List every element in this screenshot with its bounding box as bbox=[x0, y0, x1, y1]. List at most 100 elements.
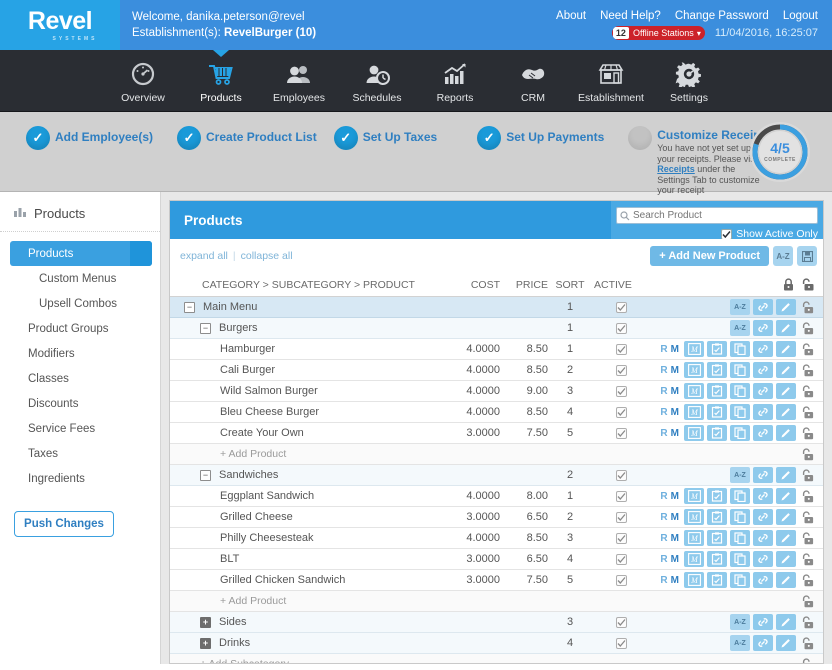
link-icon[interactable] bbox=[753, 299, 773, 315]
pencil-icon[interactable] bbox=[776, 404, 796, 420]
sidebar-item-modifiers[interactable]: Modifiers bbox=[10, 341, 152, 366]
push-changes-button[interactable]: Push Changes bbox=[14, 511, 114, 537]
add-link-label[interactable]: + Add Subcategory bbox=[200, 658, 289, 663]
table-row[interactable]: Wild Salmon Burger 4.0000 9.00 3 R M M bbox=[170, 381, 823, 402]
duplicate-icon[interactable] bbox=[730, 341, 750, 357]
sidebar-item-custom-menus[interactable]: Custom Menus bbox=[10, 266, 152, 291]
recipe-link[interactable]: R bbox=[660, 533, 667, 544]
wizard-step-create-product-list[interactable]: ✓ Create Product List bbox=[177, 126, 317, 150]
duplicate-icon[interactable] bbox=[730, 404, 750, 420]
duplicate-icon[interactable] bbox=[730, 383, 750, 399]
collapse-all-link[interactable]: collapse all bbox=[241, 250, 293, 262]
modifier-matrix-icon[interactable]: M bbox=[684, 509, 704, 525]
unlock-icon[interactable] bbox=[799, 551, 815, 567]
active-checkbox[interactable] bbox=[615, 553, 627, 565]
duplicate-icon[interactable] bbox=[730, 509, 750, 525]
sidebar-item-product-groups[interactable]: Product Groups bbox=[10, 316, 152, 341]
link-icon[interactable] bbox=[753, 530, 773, 546]
active-checkbox[interactable] bbox=[615, 637, 627, 649]
duplicate-icon[interactable] bbox=[730, 530, 750, 546]
table-row[interactable]: Grilled Chicken Sandwich 3.0000 7.50 5 R M M bbox=[170, 570, 823, 591]
clipboard-check-icon[interactable] bbox=[707, 404, 727, 420]
receipts-link[interactable]: Receipts bbox=[657, 164, 695, 174]
recipe-link[interactable]: R bbox=[660, 407, 667, 418]
modifier-matrix-icon[interactable]: M bbox=[684, 530, 704, 546]
table-row[interactable]: Grilled Cheese 3.0000 6.50 2 R M M bbox=[170, 507, 823, 528]
unlock-icon[interactable] bbox=[799, 614, 815, 630]
sort-az-icon[interactable]: A-Z bbox=[730, 320, 750, 336]
modifier-matrix-icon[interactable]: M bbox=[684, 572, 704, 588]
pencil-icon[interactable] bbox=[776, 299, 796, 315]
active-checkbox[interactable] bbox=[615, 469, 627, 481]
unlock-icon[interactable] bbox=[799, 530, 815, 546]
add-new-product-button[interactable]: + Add New Product bbox=[650, 246, 769, 266]
unlock-icon[interactable] bbox=[799, 425, 815, 441]
pencil-icon[interactable] bbox=[776, 614, 796, 630]
add-row[interactable]: + Add Product bbox=[170, 444, 823, 465]
collapse-toggle-icon[interactable]: − bbox=[184, 301, 195, 313]
active-checkbox[interactable] bbox=[615, 301, 627, 313]
pencil-icon[interactable] bbox=[776, 425, 796, 441]
recipe-link[interactable]: R bbox=[660, 428, 667, 439]
recipe-link[interactable]: R bbox=[660, 575, 667, 586]
modifier-link[interactable]: M bbox=[671, 512, 679, 523]
clipboard-check-icon[interactable] bbox=[707, 551, 727, 567]
pencil-icon[interactable] bbox=[776, 530, 796, 546]
sidebar-item-ingredients[interactable]: Ingredients bbox=[10, 466, 152, 491]
sidebar-item-classes[interactable]: Classes bbox=[10, 366, 152, 391]
modifier-matrix-icon[interactable]: M bbox=[684, 362, 704, 378]
wizard-step-set-up-payments[interactable]: ✓ Set Up Payments bbox=[477, 126, 604, 150]
active-checkbox[interactable] bbox=[615, 616, 627, 628]
duplicate-icon[interactable] bbox=[730, 362, 750, 378]
table-row[interactable]: Cali Burger 4.0000 8.50 2 R M M bbox=[170, 360, 823, 381]
modifier-link[interactable]: M bbox=[671, 386, 679, 397]
clipboard-check-icon[interactable] bbox=[707, 341, 727, 357]
category-row[interactable]: − Main Menu 1 A-Z bbox=[170, 297, 823, 318]
nav-item-reports[interactable]: Reports bbox=[416, 50, 494, 112]
nav-item-schedules[interactable]: Schedules bbox=[338, 50, 416, 112]
sidebar-item-service-fees[interactable]: Service Fees bbox=[10, 416, 152, 441]
category-row[interactable]: − Burgers 1 A-Z bbox=[170, 318, 823, 339]
link-icon[interactable] bbox=[753, 488, 773, 504]
modifier-matrix-icon[interactable]: M bbox=[684, 488, 704, 504]
recipe-link[interactable]: R bbox=[660, 365, 667, 376]
expand-all-link[interactable]: expand all bbox=[180, 250, 228, 262]
link-icon[interactable] bbox=[753, 383, 773, 399]
recipe-link[interactable]: R bbox=[660, 386, 667, 397]
sort-az-icon[interactable]: A-Z bbox=[730, 299, 750, 315]
unlock-icon[interactable] bbox=[799, 446, 815, 462]
link-icon[interactable] bbox=[753, 467, 773, 483]
modifier-matrix-icon[interactable]: M bbox=[684, 404, 704, 420]
unlock-icon[interactable] bbox=[799, 656, 815, 663]
link-icon[interactable] bbox=[753, 635, 773, 651]
revel-logo[interactable]: Revel SYSTEMS bbox=[0, 0, 120, 50]
link-icon[interactable] bbox=[753, 551, 773, 567]
nav-item-establishment[interactable]: Establishment bbox=[572, 50, 650, 112]
modifier-link[interactable]: M bbox=[671, 428, 679, 439]
unlock-icon[interactable] bbox=[799, 341, 815, 357]
table-row[interactable]: Philly Cheesesteak 4.0000 8.50 3 R M M bbox=[170, 528, 823, 549]
sort-az-icon[interactable]: A-Z bbox=[730, 467, 750, 483]
category-row[interactable]: + Drinks 4 A-Z bbox=[170, 633, 823, 654]
unlock-icon[interactable] bbox=[799, 467, 815, 483]
sidebar-item-products[interactable]: Products bbox=[10, 241, 152, 266]
nav-item-crm[interactable]: CRM bbox=[494, 50, 572, 112]
link-icon[interactable] bbox=[753, 341, 773, 357]
modifier-link[interactable]: M bbox=[671, 344, 679, 355]
table-row[interactable]: BLT 3.0000 6.50 4 R M M bbox=[170, 549, 823, 570]
sort-az-icon[interactable]: A-Z bbox=[730, 635, 750, 651]
table-row[interactable]: Create Your Own 3.0000 7.50 5 R M M bbox=[170, 423, 823, 444]
save-disk-icon[interactable] bbox=[797, 246, 817, 266]
active-checkbox[interactable] bbox=[615, 322, 627, 334]
category-row[interactable]: + Sides 3 A-Z bbox=[170, 612, 823, 633]
active-checkbox[interactable] bbox=[615, 343, 627, 355]
modifier-link[interactable]: M bbox=[671, 491, 679, 502]
active-checkbox[interactable] bbox=[615, 364, 627, 376]
change-password-link[interactable]: Change Password bbox=[675, 10, 769, 22]
sort-az-button[interactable]: A-Z bbox=[773, 246, 793, 266]
unlock-icon[interactable] bbox=[799, 299, 815, 315]
pencil-icon[interactable] bbox=[776, 362, 796, 378]
add-link-label[interactable]: + Add Product bbox=[220, 448, 286, 460]
collapse-toggle-icon[interactable]: − bbox=[200, 469, 211, 481]
category-row[interactable]: − Sandwiches 2 A-Z bbox=[170, 465, 823, 486]
